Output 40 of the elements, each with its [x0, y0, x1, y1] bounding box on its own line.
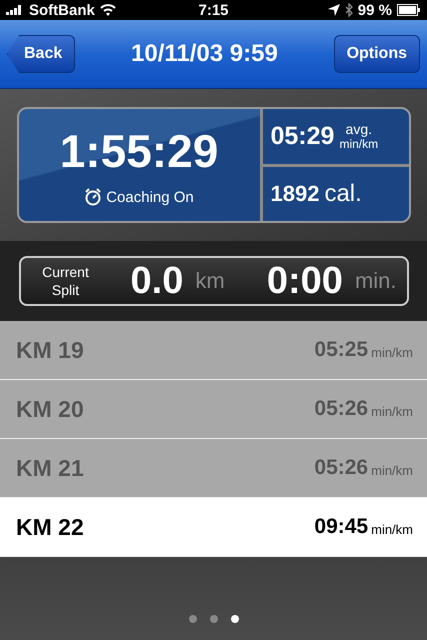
back-button[interactable]: Back	[7, 35, 76, 73]
pace-unit: min/km	[371, 404, 413, 419]
split-pace: 05:26	[314, 456, 368, 480]
pace-label: avg.	[346, 121, 372, 138]
split-label: KM 19	[16, 336, 84, 364]
split-row[interactable]: KM 22 09:45 min/km	[0, 498, 427, 557]
carrier-name: SoftBank	[29, 2, 95, 18]
pace-unit: min/km	[371, 345, 413, 360]
split-pace: 09:45	[314, 515, 368, 539]
distance-unit: km	[195, 268, 225, 294]
page-dot[interactable]	[188, 615, 196, 623]
location-arrow-icon	[328, 4, 340, 16]
split-label: KM 20	[16, 396, 84, 422]
stopwatch-icon	[84, 188, 102, 206]
page-dot[interactable]	[210, 615, 218, 623]
nav-title: 10/11/03 9:59	[131, 40, 278, 68]
split-distance: 0.0	[130, 260, 184, 302]
clock-time: 7:15	[198, 2, 229, 18]
calories-unit: cal.	[324, 180, 362, 208]
split-label: KM 21	[16, 454, 84, 482]
coaching-status: Coaching On	[106, 188, 194, 206]
pace-unit: min/km	[371, 463, 413, 478]
calories-value: 1892	[270, 180, 320, 207]
battery-icon	[397, 4, 421, 16]
signal-icon	[6, 5, 24, 15]
page-dot[interactable]	[230, 615, 238, 623]
average-pace: 05:29	[270, 122, 334, 151]
split-pace: 05:25	[314, 338, 368, 362]
options-button[interactable]: Options	[334, 35, 420, 73]
elapsed-time: 1:55:29	[60, 124, 218, 178]
current-split-label: Current Split	[41, 262, 90, 300]
split-pace: 05:26	[314, 397, 368, 421]
split-label: KM 22	[16, 514, 84, 540]
time-unit: min.	[354, 268, 396, 294]
pace-unit: min/km	[339, 137, 378, 152]
split-time: 0:00	[266, 260, 343, 302]
wifi-icon	[100, 4, 116, 16]
pace-unit: min/km	[371, 522, 413, 537]
bluetooth-icon	[344, 3, 353, 17]
battery-percent: 99 %	[358, 2, 392, 18]
